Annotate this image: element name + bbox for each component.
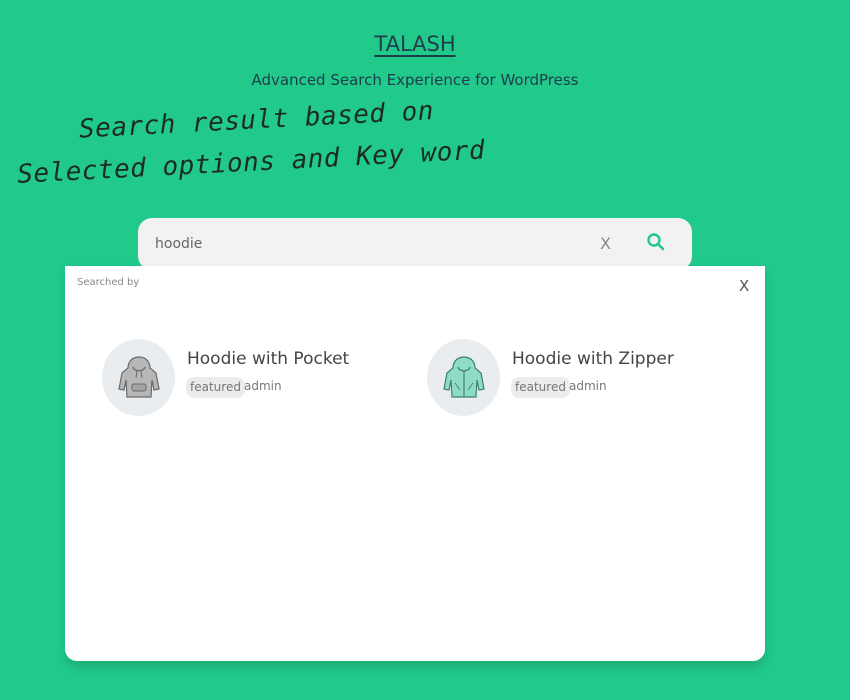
hoodie-with-pocket-image (118, 356, 160, 398)
product-thumbnail (427, 339, 500, 416)
hoodie-with-zipper-image (443, 356, 485, 398)
search-bar: X (138, 218, 692, 270)
featured-badge: featured (186, 377, 245, 398)
result-author: admin (244, 379, 282, 393)
close-panel-icon[interactable]: X (739, 277, 749, 295)
result-author: admin (569, 379, 607, 393)
result-title[interactable]: Hoodie with Zipper (512, 349, 674, 369)
result-title[interactable]: Hoodie with Pocket (187, 349, 349, 369)
clear-search-icon[interactable]: X (600, 234, 611, 253)
searched-by-label: Searched by (77, 277, 140, 288)
search-input[interactable] (155, 232, 575, 256)
featured-badge: featured (511, 377, 570, 398)
handwritten-annotation: Search result based on Selected options … (14, 86, 518, 196)
app-title[interactable]: TALASH (0, 32, 830, 56)
search-icon[interactable] (646, 232, 666, 252)
search-results-panel: Searched by X Hoodie with Pocket feature… (65, 266, 765, 661)
result-item-hoodie-with-pocket[interactable]: Hoodie with Pocket featured admin (102, 339, 402, 419)
app-subtitle: Advanced Search Experience for WordPress (251, 71, 579, 89)
product-thumbnail (102, 339, 175, 416)
result-item-hoodie-with-zipper[interactable]: Hoodie with Zipper featured admin (427, 339, 727, 419)
